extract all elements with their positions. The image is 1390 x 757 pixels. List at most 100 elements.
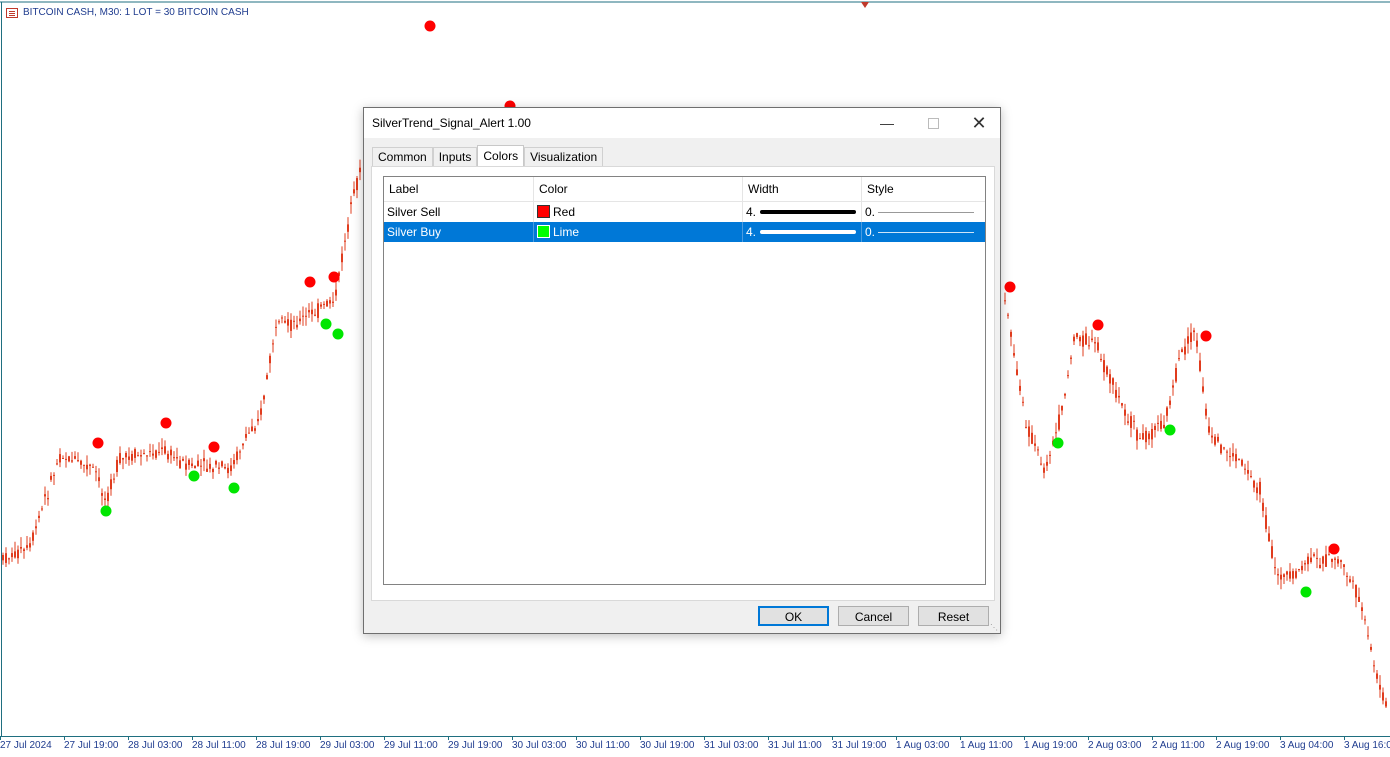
candle-body	[1169, 400, 1171, 405]
candle-body	[1244, 468, 1246, 470]
minimize-icon[interactable]: —	[864, 108, 910, 138]
candle-body	[1340, 560, 1342, 562]
candle-body	[38, 515, 40, 518]
ok-button[interactable]: OK	[758, 606, 829, 626]
candle-body	[1115, 389, 1117, 398]
style-preview-line	[878, 212, 974, 213]
candle-body	[323, 303, 325, 305]
sell-signal-dot	[1092, 319, 1104, 331]
candle-body	[350, 202, 352, 205]
candle-body	[1064, 393, 1066, 396]
color-picker[interactable]: Red	[534, 202, 743, 222]
candle-body	[1352, 580, 1354, 582]
sell-signal-dot	[1200, 330, 1212, 342]
candle-body	[341, 253, 343, 263]
candle-body	[1145, 430, 1147, 443]
candle-body	[1355, 584, 1357, 598]
candle-body	[140, 455, 142, 457]
candle-body	[1091, 338, 1093, 341]
candle-body	[1100, 358, 1102, 360]
candle-body	[161, 447, 163, 449]
candle-body	[1289, 571, 1291, 579]
candle-body	[35, 526, 37, 529]
candle-body	[221, 461, 223, 467]
candle-body	[1067, 375, 1069, 377]
candle-body	[1256, 487, 1258, 494]
shift-marker-icon	[861, 2, 869, 8]
column-header-width[interactable]: Width	[743, 177, 862, 201]
width-selector[interactable]: 4.	[743, 222, 862, 242]
candle-body	[1229, 456, 1231, 458]
colors-panel: Label Color Width Style Silver Sell Red …	[371, 166, 995, 601]
color-name: Lime	[553, 225, 580, 239]
dialog-title: SilverTrend_Signal_Alert 1.00	[372, 116, 531, 130]
candle-body	[173, 457, 175, 459]
tab-colors[interactable]: Colors	[477, 145, 525, 166]
candle-body	[1232, 453, 1234, 457]
candle-body	[1142, 433, 1144, 440]
candle-body	[248, 432, 250, 434]
candle-body	[149, 451, 151, 453]
candle-body	[1082, 335, 1084, 347]
sell-signal-dot	[160, 417, 172, 429]
candle-body	[1265, 515, 1267, 529]
candle-body	[179, 460, 181, 469]
candle-body	[1313, 554, 1315, 556]
tab-inputs-label: Inputs	[438, 150, 472, 164]
candle-body	[251, 426, 253, 431]
candle-body	[1208, 426, 1210, 433]
chart-title: BITCOIN CASH, M30: 1 LOT = 30 BITCOIN CA…	[6, 7, 249, 18]
candle-body	[1310, 557, 1312, 562]
candle-body	[119, 453, 121, 464]
candle-body	[50, 475, 52, 480]
tab-common[interactable]: Common	[372, 147, 433, 166]
chart-symbol-label: BITCOIN CASH, M30: 1 LOT = 30 BITCOIN CA…	[23, 7, 249, 18]
candle-body	[1322, 556, 1324, 564]
candle-body	[59, 454, 61, 463]
candle-body	[1250, 476, 1252, 477]
table-row[interactable]: Silver Buy Lime 4. 0.	[384, 222, 985, 242]
column-header-color[interactable]: Color	[534, 177, 743, 201]
candle-body	[47, 498, 49, 500]
candle-body	[230, 465, 232, 472]
color-picker[interactable]: Lime	[534, 222, 743, 242]
width-selector[interactable]: 4.	[743, 202, 862, 222]
candle-body	[1238, 458, 1240, 460]
maximize-icon[interactable]	[910, 108, 956, 138]
candle-body	[89, 464, 91, 466]
candle-body	[1130, 416, 1132, 428]
candle-body	[203, 458, 205, 462]
buy-signal-dot	[1300, 586, 1312, 598]
time-axis-label: 31 Jul 11:00	[768, 740, 822, 751]
candle-body	[2, 555, 4, 561]
candle-body	[125, 453, 127, 458]
candle-body	[266, 375, 268, 380]
candle-body	[281, 317, 283, 319]
candle-body	[359, 167, 361, 173]
style-selector[interactable]: 0.	[862, 202, 985, 222]
tab-bar: Common Inputs Colors Visualization	[372, 145, 604, 166]
candle-body	[83, 464, 85, 466]
candle-body	[167, 453, 169, 460]
dialog-titlebar[interactable]: SilverTrend_Signal_Alert 1.00 — ✕	[364, 108, 1000, 138]
sell-signal-dot	[424, 20, 436, 32]
column-header-style[interactable]: Style	[862, 177, 985, 201]
candle-body	[1148, 433, 1150, 440]
candle-body	[254, 428, 256, 431]
candle-body	[92, 466, 94, 468]
candle-body	[134, 449, 136, 458]
tab-inputs[interactable]: Inputs	[432, 147, 478, 166]
column-header-label[interactable]: Label	[384, 177, 534, 201]
style-selector[interactable]: 0.	[862, 222, 985, 242]
chart-icon	[6, 7, 18, 18]
tab-visualization[interactable]: Visualization	[524, 147, 604, 166]
table-row[interactable]: Silver Sell Red 4. 0.	[384, 202, 985, 222]
close-icon[interactable]: ✕	[956, 108, 1002, 138]
candle-body	[44, 494, 46, 497]
candle-body	[1292, 571, 1294, 579]
style-value: 0.	[865, 225, 876, 239]
cancel-button[interactable]: Cancel	[838, 606, 909, 626]
resize-grip-icon[interactable]: ⋱	[990, 623, 998, 632]
reset-button[interactable]: Reset	[918, 606, 989, 626]
candle-body	[1028, 426, 1030, 437]
